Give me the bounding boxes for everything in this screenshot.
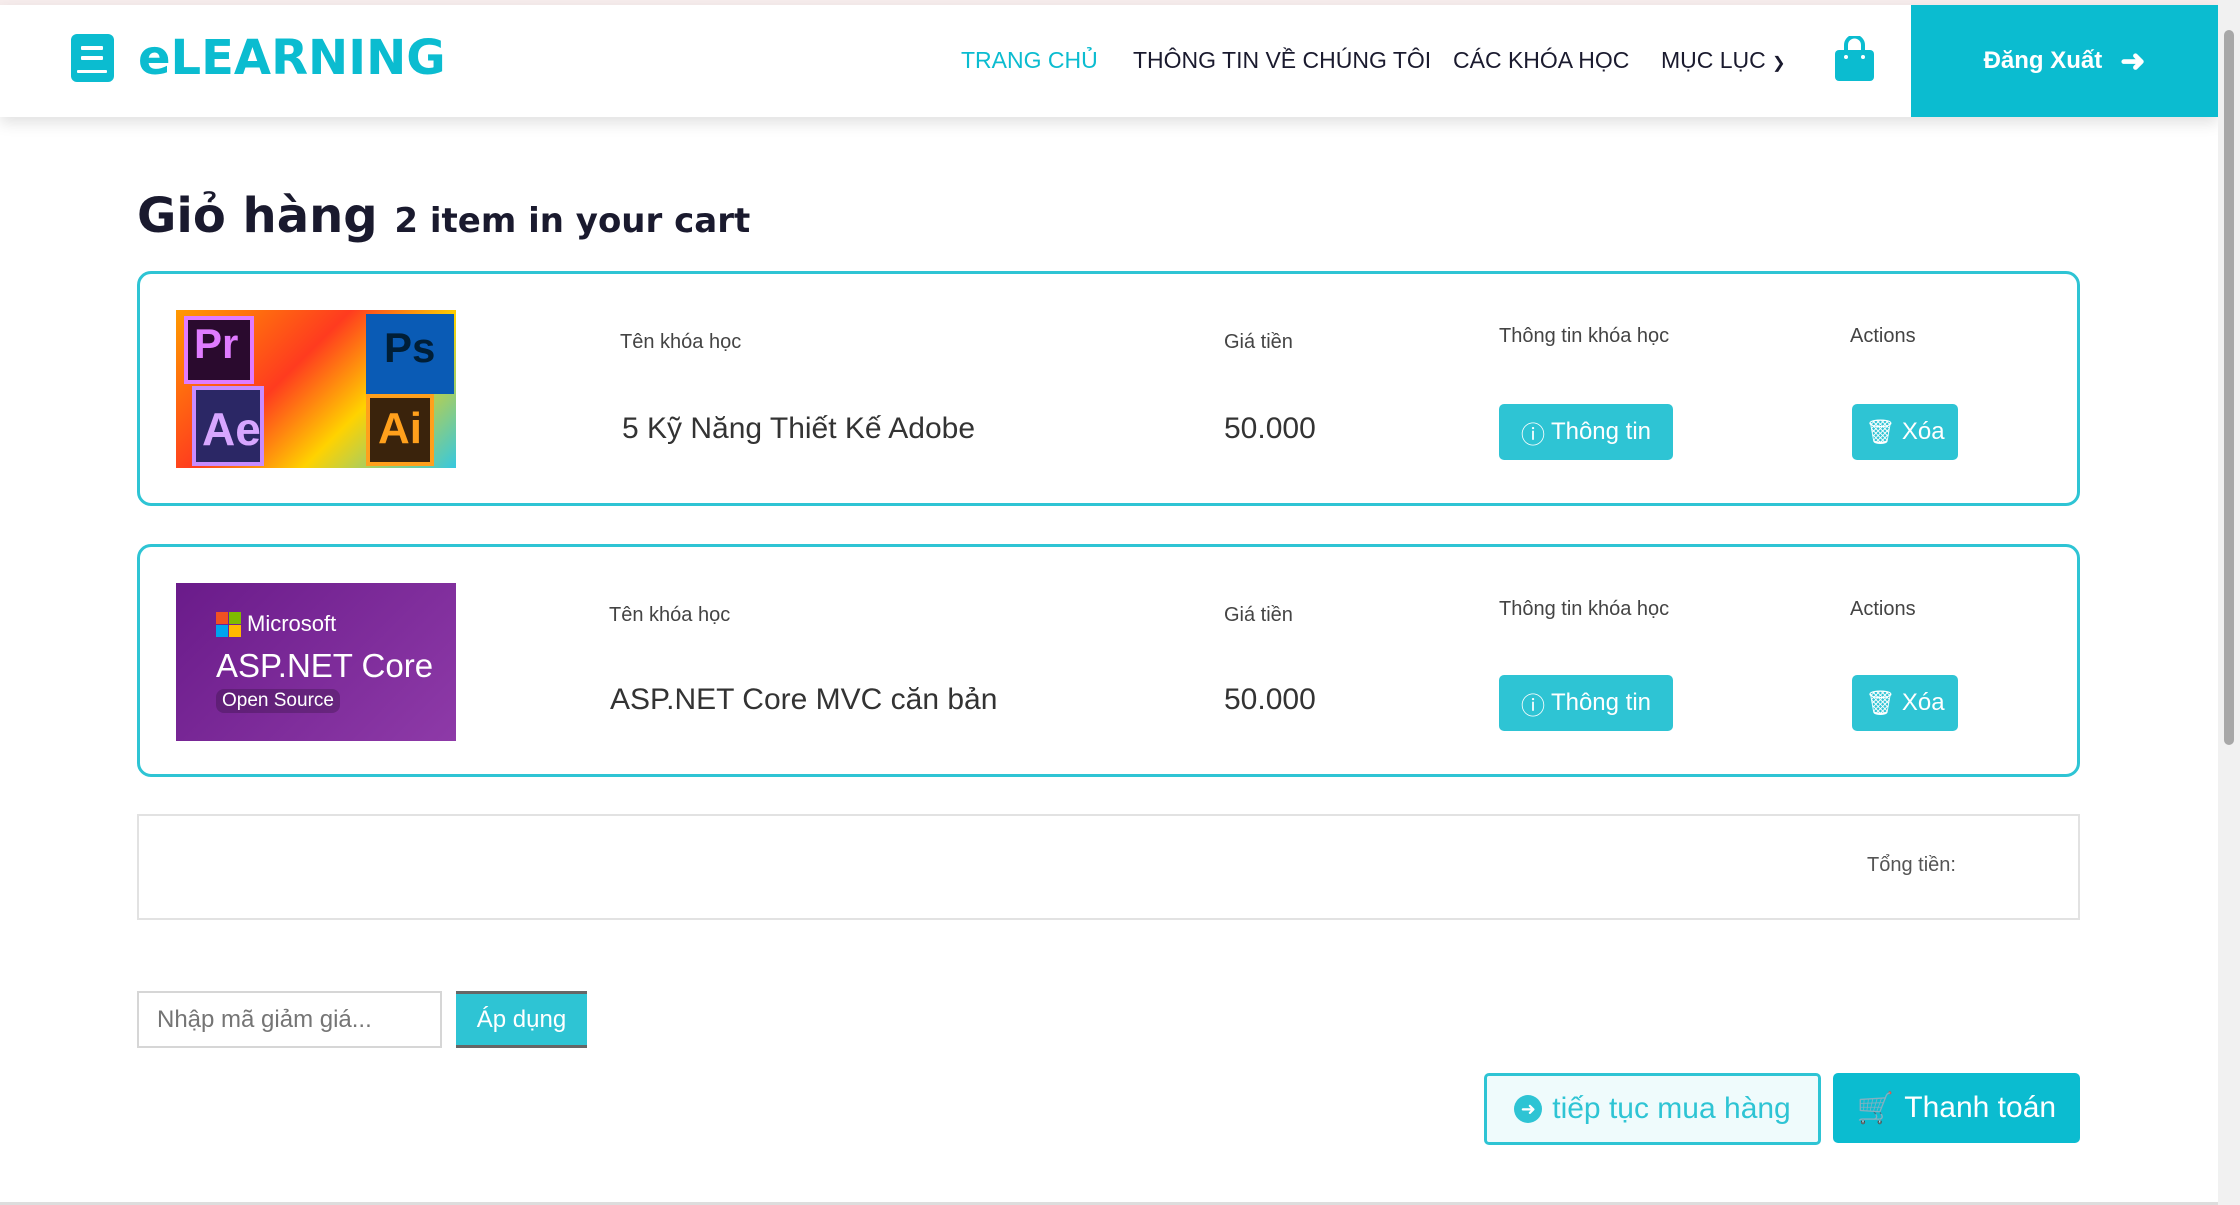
- nav-home[interactable]: TRANG CHỦ: [961, 47, 1098, 74]
- cart-item: Microsoft ASP.NET Core Open Source Tên k…: [137, 544, 2080, 777]
- checkout-label: Thanh toán: [1904, 1091, 2057, 1124]
- continue-label: tiếp tục mua hàng: [1552, 1092, 1791, 1125]
- column-name-label: Tên khóa học: [609, 604, 731, 626]
- nav-courses[interactable]: CÁC KHÓA HỌC: [1453, 47, 1629, 74]
- total-label: Tổng tiền:: [1867, 854, 1956, 876]
- continue-shopping-button[interactable]: ➜ tiếp tục mua hàng: [1484, 1073, 1821, 1145]
- book-icon[interactable]: [71, 34, 114, 82]
- course-name: ASP.NET Core MVC căn bản: [610, 683, 998, 716]
- info-button-label: Thông tin: [1550, 418, 1652, 445]
- arrow-circle-right-icon: ➜: [1514, 1095, 1543, 1123]
- title-text: Giỏ hàng: [137, 188, 378, 244]
- course-image-adobe: Pr Ps Ae Ai: [176, 310, 456, 468]
- ai-icon: Ai: [366, 394, 434, 466]
- ps-icon: Ps: [366, 314, 454, 394]
- pr-icon: Pr: [184, 316, 254, 384]
- course-image-aspnet: Microsoft ASP.NET Core Open Source: [176, 583, 456, 741]
- chevron-down-icon: ❯: [1772, 55, 1786, 72]
- cart-item: Pr Ps Ae Ai Tên khóa học Giá tiền Thông …: [137, 271, 2080, 506]
- aspnet-core-text: ASP.NET Core: [216, 647, 434, 684]
- delete-button-label: Xóa: [1901, 418, 1945, 445]
- trash-icon: 🗑: [1865, 689, 1896, 717]
- delete-button[interactable]: 🗑 Xóa: [1852, 675, 1958, 731]
- page-title: Giỏ hàng 2 item in your cart: [137, 188, 750, 244]
- checkout-button[interactable]: 🛒 Thanh toán: [1833, 1073, 2080, 1143]
- column-name-label: Tên khóa học: [620, 331, 742, 353]
- apply-coupon-button[interactable]: Áp dụng: [456, 991, 587, 1048]
- column-actions-label: Actions: [1850, 598, 1916, 620]
- column-price-label: Giá tiền: [1224, 604, 1293, 626]
- cart-count: 2 item in your cart: [394, 201, 751, 241]
- coupon-input[interactable]: [137, 991, 442, 1048]
- ae-icon: Ae: [192, 386, 264, 466]
- trash-icon: 🗑: [1865, 418, 1896, 446]
- microsoft-logo: Microsoft: [216, 611, 336, 637]
- logout-button[interactable]: Đăng Xuất ➜: [1911, 5, 2218, 117]
- logout-label: Đăng Xuất: [1983, 47, 2103, 74]
- open-source-text: Open Source: [216, 689, 340, 713]
- nav-menu-label: MỤC LỤC: [1661, 47, 1766, 73]
- arrow-right-icon: ➜: [2120, 44, 2146, 78]
- column-info-label: Thông tin khóa học: [1499, 598, 1670, 620]
- info-circle-icon: ⓘ: [1520, 421, 1545, 449]
- info-button[interactable]: ⓘ Thông tin: [1499, 404, 1673, 460]
- total-box: Tổng tiền:: [137, 814, 2080, 920]
- nav-menu[interactable]: MỤC LỤC ❯: [1661, 47, 1786, 74]
- shopping-cart-icon: 🛒: [1856, 1091, 1895, 1125]
- delete-button[interactable]: 🗑 Xóa: [1852, 404, 1958, 460]
- column-actions-label: Actions: [1850, 325, 1916, 347]
- delete-button-label: Xóa: [1901, 689, 1945, 716]
- shopping-bag-icon[interactable]: [1833, 34, 1876, 82]
- course-name: 5 Kỹ Năng Thiết Kế Adobe: [622, 412, 976, 445]
- info-button[interactable]: ⓘ Thông tin: [1499, 675, 1673, 731]
- column-info-label: Thông tin khóa học: [1499, 325, 1670, 347]
- info-button-label: Thông tin: [1550, 689, 1652, 716]
- course-price: 50.000: [1224, 683, 1316, 716]
- nav-about[interactable]: THÔNG TIN VỀ CHÚNG TÔI: [1133, 47, 1431, 74]
- info-circle-icon: ⓘ: [1520, 692, 1545, 720]
- course-price: 50.000: [1224, 412, 1316, 445]
- column-price-label: Giá tiền: [1224, 331, 1293, 353]
- scrollbar-thumb[interactable]: [2224, 30, 2234, 745]
- brand-logo[interactable]: eLEARNING: [138, 30, 446, 86]
